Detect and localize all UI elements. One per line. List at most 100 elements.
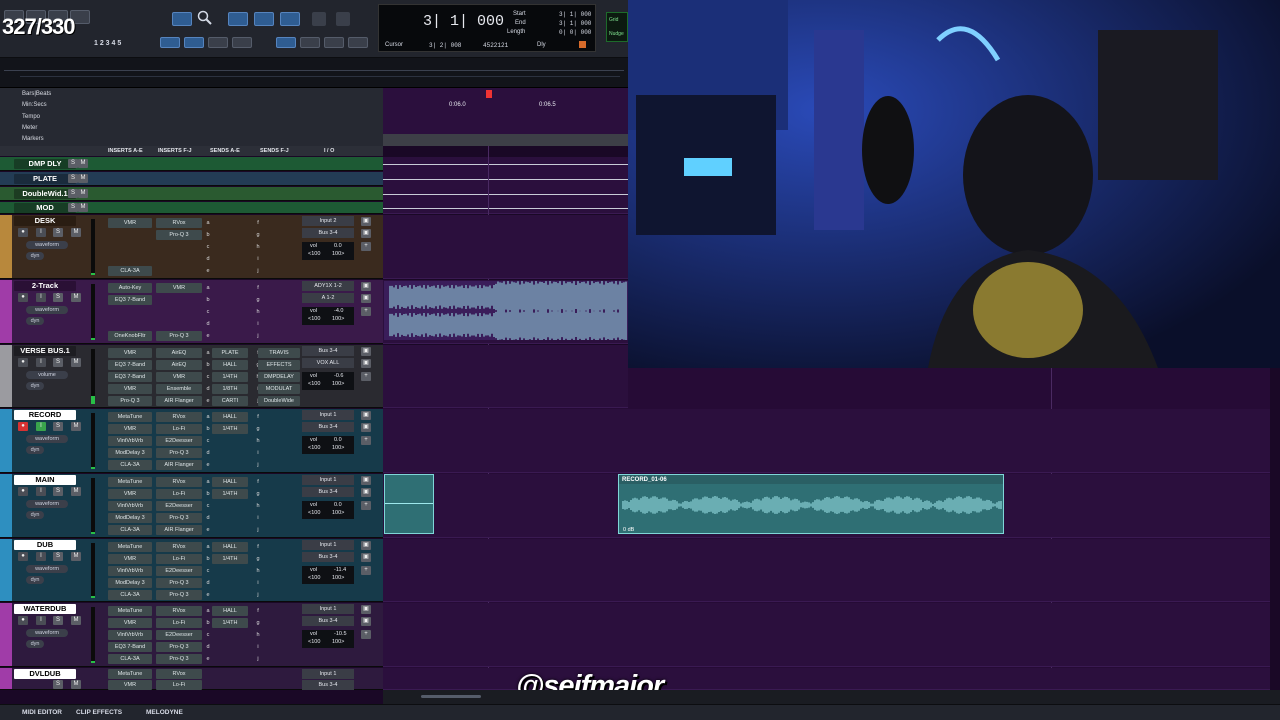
insert-slot-f[interactable]: AIR Flanger: [156, 460, 202, 470]
input-selector[interactable]: Input 1: [302, 604, 354, 614]
aux-track-row[interactable]: DoubleWid.1 S M: [0, 187, 383, 201]
output-selector[interactable]: Bus 3-4: [302, 422, 354, 432]
insert-slot-a[interactable]: MetaTune: [108, 542, 152, 552]
volume-pan-display[interactable]: vol -0.6 <100 100>: [302, 372, 354, 390]
insert-slot-f[interactable]: Lo-Fi: [156, 424, 202, 434]
add-send-button[interactable]: +: [361, 372, 371, 381]
input-selector[interactable]: Input 1: [302, 410, 354, 420]
record-clip[interactable]: RECORD_01-06 0 dB: [618, 474, 1004, 534]
insert-slot-f[interactable]: VMR: [156, 283, 202, 293]
track-name[interactable]: MAIN: [14, 475, 76, 485]
input-selector[interactable]: ADY1X 1-2: [302, 281, 354, 291]
track-lane[interactable]: [383, 345, 628, 408]
io-options-button[interactable]: ▣: [361, 411, 371, 420]
insert-slot-a[interactable]: VMR: [108, 554, 152, 564]
insert-slot-a[interactable]: VMR: [108, 348, 152, 358]
io-options-button[interactable]: ▣: [361, 605, 371, 614]
output-window-button[interactable]: ▣: [361, 488, 371, 497]
insert-slot-a[interactable]: VMR: [108, 218, 152, 228]
insert-slot-f[interactable]: AirEQ: [156, 348, 202, 358]
selector-tool-button[interactable]: [254, 12, 274, 26]
insert-slot-a[interactable]: MetaTune: [108, 669, 152, 679]
solo-button[interactable]: S: [53, 616, 63, 625]
mute-button[interactable]: M: [71, 616, 81, 625]
output-window-button[interactable]: ▣: [361, 229, 371, 238]
ruler-bars-beats[interactable]: Bars|Beats: [22, 91, 51, 97]
tab-to-transient-button[interactable]: [160, 37, 180, 48]
send-slot-f[interactable]: DMPDELAY: [258, 372, 300, 382]
solo-button[interactable]: S: [53, 552, 63, 561]
insert-slot-a[interactable]: ModDelay 3: [108, 578, 152, 588]
insert-slot-f[interactable]: Lo-Fi: [156, 680, 202, 690]
insert-slot-a[interactable]: [108, 242, 152, 252]
output-window-button[interactable]: ▣: [361, 359, 371, 368]
insert-slot-f[interactable]: RVox: [156, 412, 202, 422]
send-slot-a[interactable]: HALL: [212, 360, 248, 370]
insert-slot-a[interactable]: EQ3 7-Band: [108, 642, 152, 652]
track-view-selector[interactable]: waveform: [26, 435, 68, 443]
record-enable-button[interactable]: ●: [18, 228, 28, 237]
delay-label[interactable]: Dly: [537, 42, 546, 48]
input-selector[interactable]: Input 1: [302, 475, 354, 485]
insert-slot-a[interactable]: VMR: [108, 680, 152, 690]
mute-button[interactable]: M: [71, 358, 81, 367]
track-view-selector[interactable]: waveform: [26, 306, 68, 314]
input-monitor-button[interactable]: I: [36, 358, 46, 367]
volume-pan-display[interactable]: vol 0.0 <100 100>: [302, 242, 354, 260]
insert-slot-f[interactable]: E2Deesser: [156, 630, 202, 640]
solo-button[interactable]: S: [53, 358, 63, 367]
insert-slot-a[interactable]: ModDelay 3: [108, 448, 152, 458]
track-row[interactable]: RECORD ● I S Mwaveform dyn MetaTune RVox a f HALL V…: [0, 409, 383, 473]
solo-button[interactable]: S: [68, 189, 78, 198]
insert-slot-f[interactable]: Pro-Q 3: [156, 642, 202, 652]
input-monitor-button[interactable]: I: [36, 228, 46, 237]
record-enable-button[interactable]: ●: [18, 552, 28, 561]
insert-slot-a[interactable]: MetaTune: [108, 412, 152, 422]
insert-slot-a[interactable]: VintVrbVrb: [108, 501, 152, 511]
insert-slot-f[interactable]: RVox: [156, 218, 202, 228]
add-send-button[interactable]: +: [361, 501, 371, 510]
mute-button[interactable]: M: [71, 293, 81, 302]
input-selector[interactable]: Input 1: [302, 669, 354, 679]
track-name[interactable]: 2-Track: [14, 281, 76, 291]
ruler-markers[interactable]: Markers: [22, 136, 44, 142]
io-options-button[interactable]: ▣: [361, 282, 371, 291]
add-send-button[interactable]: +: [361, 307, 371, 316]
main-track-clip-left[interactable]: [384, 474, 434, 534]
send-slot-f[interactable]: DoubleWide: [258, 396, 300, 406]
zoom-preset-button[interactable]: [348, 37, 368, 48]
insert-slot-f[interactable]: E2Deesser: [156, 566, 202, 576]
send-slot-a[interactable]: HALL: [212, 477, 248, 487]
tab-clip-effects[interactable]: CLIP EFFECTS: [76, 709, 122, 716]
input-monitor-button[interactable]: I: [36, 293, 46, 302]
output-window-button[interactable]: ▣: [361, 617, 371, 626]
keyboard-focus-button[interactable]: [276, 37, 296, 48]
io-options-button[interactable]: ▣: [361, 541, 371, 550]
mute-button[interactable]: M: [78, 159, 88, 168]
link-track-button[interactable]: [208, 37, 228, 48]
track-name[interactable]: MOD: [14, 203, 76, 213]
volume-pan-display[interactable]: vol -11.4 <100 100>: [302, 566, 354, 584]
automation-mode-selector[interactable]: dyn: [26, 252, 44, 260]
insert-slot-f[interactable]: RVox: [156, 606, 202, 616]
insert-slot-f[interactable]: Lo-Fi: [156, 554, 202, 564]
tab-melodyne[interactable]: MELODYNE: [146, 709, 183, 716]
send-slot-f[interactable]: MODULAT: [258, 384, 300, 394]
track-name[interactable]: PLATE: [14, 174, 76, 184]
mute-button[interactable]: M: [78, 174, 88, 183]
track-name[interactable]: DUB: [14, 540, 76, 550]
io-options-button[interactable]: ▣: [361, 217, 371, 226]
track-view-selector[interactable]: waveform: [26, 500, 68, 508]
send-slot-a[interactable]: HALL: [212, 606, 248, 616]
trim-tool-button[interactable]: [228, 12, 248, 26]
insert-slot-f[interactable]: E2Deesser: [156, 501, 202, 511]
track-view-selector[interactable]: waveform: [26, 565, 68, 573]
mute-button[interactable]: M: [71, 680, 81, 689]
output-selector[interactable]: Bus 3-4: [302, 680, 354, 690]
output-selector[interactable]: Bus 3-4: [302, 552, 354, 562]
solo-button[interactable]: S: [53, 422, 63, 431]
record-enable-button[interactable]: ●: [18, 358, 28, 367]
insert-slot-f[interactable]: [156, 242, 202, 252]
insert-slot-a[interactable]: CLA-3A: [108, 460, 152, 470]
insert-slot-f[interactable]: VMR: [156, 372, 202, 382]
